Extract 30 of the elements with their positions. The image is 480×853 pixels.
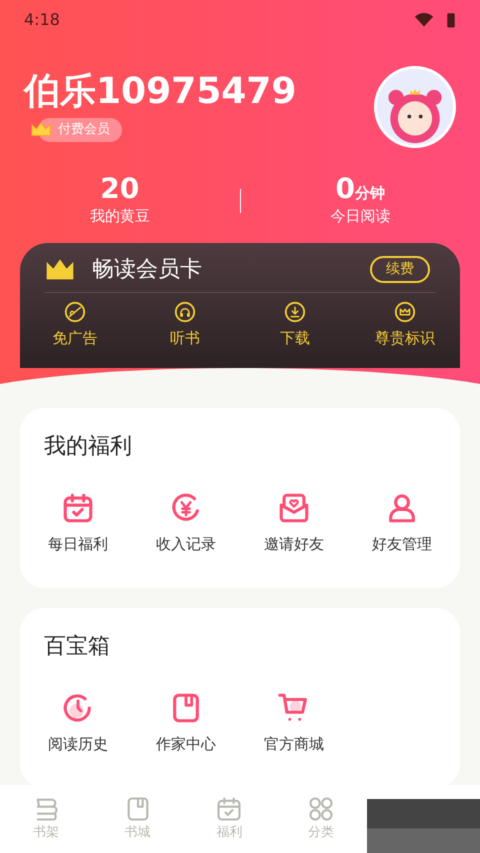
section-item[interactable]: 作家中心 <box>132 691 240 756</box>
section-title: 百宝箱 <box>43 633 111 661</box>
card-title: 畅读会员卡 <box>92 256 202 284</box>
perk-label: 下载 <box>280 328 310 350</box>
section-item[interactable]: 阅读历史 <box>24 691 132 756</box>
calendar-icon <box>61 491 95 525</box>
section-item[interactable]: 好友管理 <box>348 491 456 556</box>
download-icon <box>284 301 306 324</box>
stat-value: 20 <box>100 174 140 205</box>
envelope-heart-icon <box>277 491 311 525</box>
member-badge: 付费会员 <box>38 118 122 142</box>
section-item[interactable]: 每日福利 <box>24 491 132 556</box>
stat-label: 今日阅读 <box>330 206 390 227</box>
section-item[interactable]: 收入记录 <box>132 491 240 556</box>
perk-label: 免广告 <box>52 328 98 350</box>
crown-icon <box>394 301 416 324</box>
grid-icon <box>307 795 336 824</box>
section-item[interactable]: 邀请好友 <box>240 491 348 556</box>
perk-label: 尊贵标识 <box>375 328 435 350</box>
user-name: 伯乐10975479 <box>24 74 296 110</box>
calendar-icon <box>215 795 244 824</box>
stat-value: 0分钟 <box>336 174 385 205</box>
renew-button[interactable]: 续费 <box>370 256 430 284</box>
stat-label: 我的黄豆 <box>90 206 150 227</box>
section-title: 我的福利 <box>43 433 133 461</box>
perk-label: 听书 <box>170 328 200 350</box>
status-time: 4:18 <box>24 9 60 31</box>
section-item[interactable]: 官方商城 <box>240 691 348 756</box>
no-ads-icon <box>64 301 86 324</box>
headphones-icon <box>174 301 196 324</box>
